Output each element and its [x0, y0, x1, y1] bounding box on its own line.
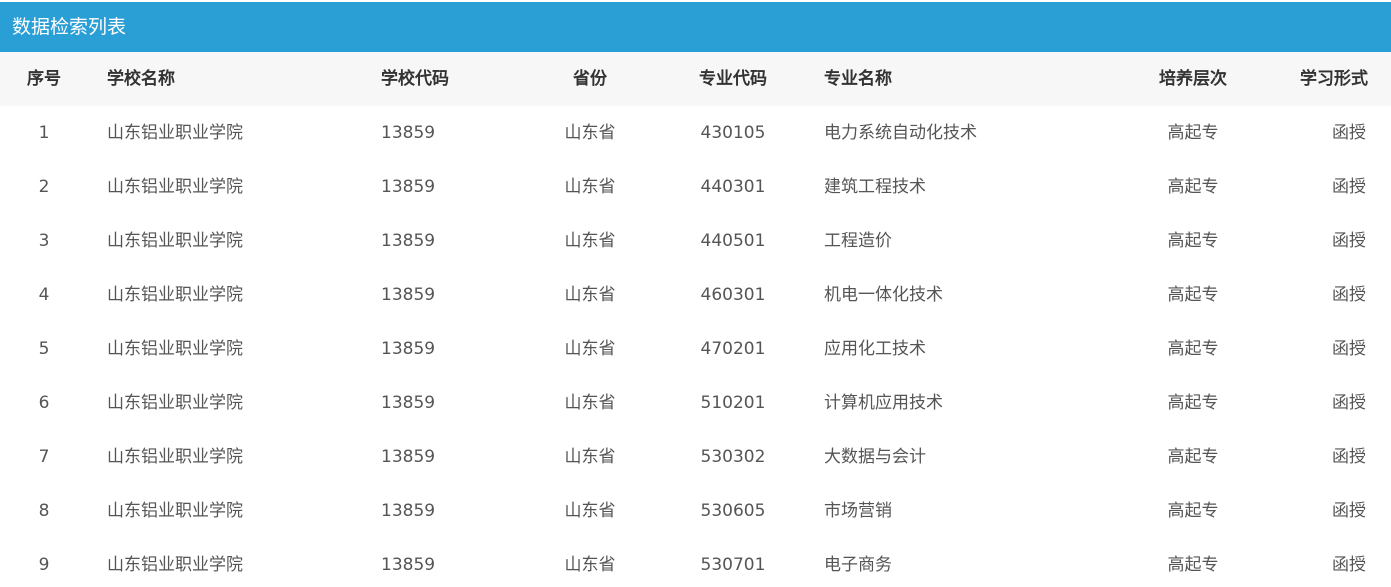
cell-major-code: 440501 [700, 231, 766, 251]
cell-school-name: 山东铝业职业学院 [107, 501, 243, 521]
cell-major-name: 建筑工程技术 [824, 177, 926, 197]
table-row: 1 山东铝业职业学院 13859 山东省 430105 电力系统自动化技术 高起专 函授 [0, 106, 1391, 160]
cell-form: 函授 [1332, 555, 1366, 575]
cell-seq: 4 [38, 285, 50, 305]
header-school-code: 学校代码 [381, 69, 449, 89]
cell-province: 山东省 [564, 393, 616, 413]
cell-province: 山东省 [564, 177, 616, 197]
cell-major-code: 530701 [700, 555, 766, 575]
table-header-row: 序号 学校名称 学校代码 省份 专业代码 专业名称 培养层次 学习形式 [0, 52, 1391, 106]
cell-form: 函授 [1332, 177, 1366, 197]
table-row: 5 山东铝业职业学院 13859 山东省 470201 应用化工技术 高起专 函授 [0, 322, 1391, 376]
cell-school-name: 山东铝业职业学院 [107, 447, 243, 467]
cell-school-name: 山东铝业职业学院 [107, 285, 243, 305]
cell-school-code: 13859 [381, 285, 436, 305]
header-level: 培养层次 [1159, 69, 1227, 89]
data-search-panel: 数据检索列表 序号 学校名称 学校代码 省份 专业代码 专业名称 培养层次 学习… [0, 0, 1391, 587]
table-row: 8 山东铝业职业学院 13859 山东省 530605 市场营销 高起专 函授 [0, 484, 1391, 538]
header-major-code: 专业代码 [699, 69, 767, 89]
cell-level: 高起专 [1167, 123, 1219, 143]
cell-school-name: 山东铝业职业学院 [107, 339, 243, 359]
cell-school-code: 13859 [381, 231, 436, 251]
cell-province: 山东省 [564, 555, 616, 575]
cell-major-code: 460301 [700, 285, 766, 305]
cell-school-code: 13859 [381, 339, 436, 359]
cell-major-code: 430105 [700, 123, 766, 143]
cell-level: 高起专 [1167, 231, 1219, 251]
table-row: 6 山东铝业职业学院 13859 山东省 510201 计算机应用技术 高起专 函授 [0, 376, 1391, 430]
cell-level: 高起专 [1167, 285, 1219, 305]
header-seq: 序号 [27, 69, 61, 89]
table-row: 2 山东铝业职业学院 13859 山东省 440301 建筑工程技术 高起专 函授 [0, 160, 1391, 214]
cell-major-code: 470201 [700, 339, 766, 359]
cell-major-code: 440301 [700, 177, 766, 197]
cell-seq: 3 [38, 231, 50, 251]
cell-school-code: 13859 [381, 447, 436, 467]
cell-form: 函授 [1332, 501, 1366, 521]
cell-major-name: 机电一体化技术 [824, 285, 943, 305]
cell-major-code: 530605 [700, 501, 766, 521]
cell-level: 高起专 [1167, 555, 1219, 575]
cell-province: 山东省 [564, 123, 616, 143]
cell-form: 函授 [1332, 339, 1366, 359]
cell-form: 函授 [1332, 231, 1366, 251]
cell-school-code: 13859 [381, 177, 436, 197]
table-row: 3 山东铝业职业学院 13859 山东省 440501 工程造价 高起专 函授 [0, 214, 1391, 268]
cell-school-name: 山东铝业职业学院 [107, 177, 243, 197]
table-row: 7 山东铝业职业学院 13859 山东省 530302 大数据与会计 高起专 函授 [0, 430, 1391, 484]
cell-seq: 6 [38, 393, 50, 413]
cell-school-name: 山东铝业职业学院 [107, 231, 243, 251]
cell-seq: 7 [38, 447, 50, 467]
cell-form: 函授 [1332, 285, 1366, 305]
cell-form: 函授 [1332, 123, 1366, 143]
cell-level: 高起专 [1167, 501, 1219, 521]
cell-province: 山东省 [564, 285, 616, 305]
cell-school-code: 13859 [381, 123, 436, 143]
header-school-name: 学校名称 [107, 69, 175, 89]
header-province: 省份 [573, 69, 607, 89]
cell-level: 高起专 [1167, 447, 1219, 467]
table-row: 4 山东铝业职业学院 13859 山东省 460301 机电一体化技术 高起专 函授 [0, 268, 1391, 322]
cell-school-code: 13859 [381, 501, 436, 521]
header-major-name: 专业名称 [824, 69, 892, 89]
header-form: 学习形式 [1300, 69, 1368, 89]
cell-school-name: 山东铝业职业学院 [107, 123, 243, 143]
cell-seq: 2 [38, 177, 50, 197]
cell-level: 高起专 [1167, 393, 1219, 413]
cell-seq: 1 [38, 123, 50, 143]
cell-form: 函授 [1332, 393, 1366, 413]
cell-major-name: 电力系统自动化技术 [824, 123, 977, 143]
cell-form: 函授 [1332, 447, 1366, 467]
cell-major-name: 大数据与会计 [824, 447, 926, 467]
cell-seq: 9 [38, 555, 50, 575]
cell-level: 高起专 [1167, 339, 1219, 359]
cell-major-name: 工程造价 [824, 231, 892, 251]
cell-province: 山东省 [564, 231, 616, 251]
cell-major-name: 市场营销 [824, 501, 892, 521]
cell-major-code: 510201 [700, 393, 766, 413]
cell-school-code: 13859 [381, 555, 436, 575]
cell-school-code: 13859 [381, 393, 436, 413]
cell-major-code: 530302 [700, 447, 766, 467]
cell-seq: 8 [38, 501, 50, 521]
cell-major-name: 应用化工技术 [824, 339, 926, 359]
panel-title: 数据检索列表 [0, 2, 1391, 52]
cell-level: 高起专 [1167, 177, 1219, 197]
cell-major-name: 计算机应用技术 [824, 393, 943, 413]
cell-seq: 5 [38, 339, 50, 359]
cell-province: 山东省 [564, 447, 616, 467]
cell-school-name: 山东铝业职业学院 [107, 555, 243, 575]
cell-school-name: 山东铝业职业学院 [107, 393, 243, 413]
cell-province: 山东省 [564, 339, 616, 359]
table-row: 9 山东铝业职业学院 13859 山东省 530701 电子商务 高起专 函授 [0, 538, 1391, 587]
cell-major-name: 电子商务 [824, 555, 892, 575]
cell-province: 山东省 [564, 501, 616, 521]
